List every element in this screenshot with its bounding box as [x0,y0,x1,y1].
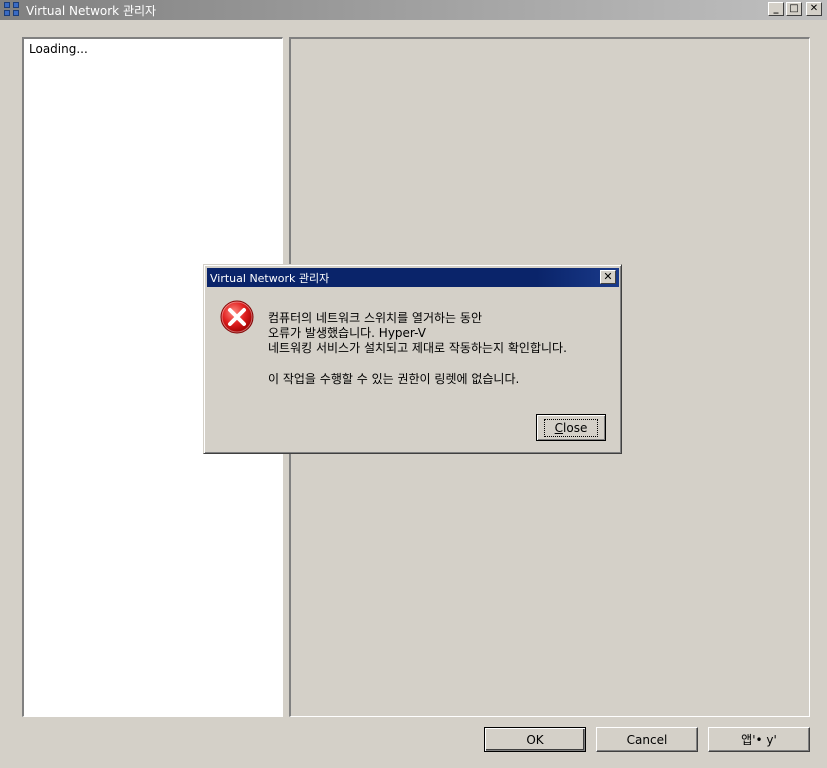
maximize-button[interactable]: □ [786,2,802,16]
ok-button[interactable]: OK [484,727,586,752]
network-app-icon [4,2,22,18]
cancel-button[interactable]: Cancel [596,727,698,752]
error-icon [220,300,254,334]
apply-button[interactable]: 앱'• y' [708,727,810,752]
error-dialog: Virtual Network 관리자 ✕ 컴퓨터의 네트워크 스위치를 열거하… [203,264,622,454]
loading-status-text: Loading... [29,42,88,56]
window-titlebar[interactable]: Virtual Network 관리자 _ □ ✕ [0,0,827,20]
close-label-rest: lose [563,420,588,435]
error-message-line-4: 이 작업을 수행할 수 있는 권한이 링렛에 없습니다. [268,372,520,386]
dialog-close-x-button[interactable]: ✕ [600,270,616,284]
dialog-titlebar[interactable]: Virtual Network 관리자 ✕ [207,268,619,287]
minimize-button[interactable]: _ [768,2,784,16]
window-close-button[interactable]: ✕ [806,2,822,16]
close-button-label: Close [543,418,599,437]
virtual-network-manager-window: Virtual Network 관리자 _ □ ✕ Loading... OK … [0,0,827,768]
close-accel-key: C [554,420,564,435]
error-message-line-3: 네트워킹 서비스가 설치되고 제대로 작동하는지 확인합니다. [268,341,567,355]
window-title: Virtual Network 관리자 [26,3,157,18]
dialog-title: Virtual Network 관리자 [210,271,330,285]
dialog-close-button[interactable]: Close [536,414,606,441]
